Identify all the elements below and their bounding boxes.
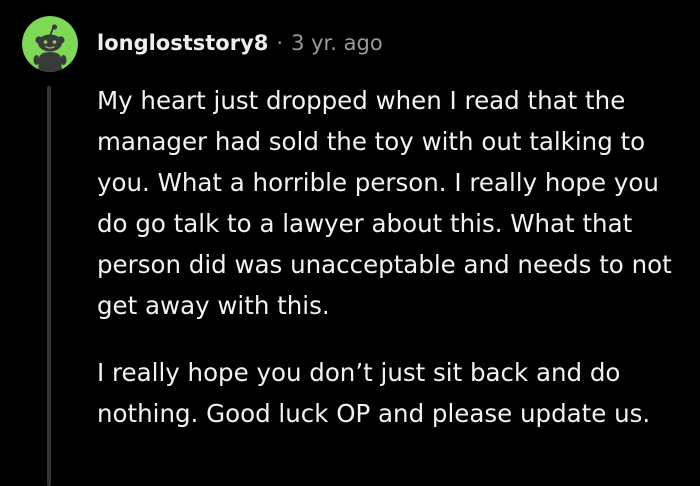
thread-collapse-line[interactable] (47, 86, 51, 486)
comment-paragraph-1: My heart just dropped when I read that t… (97, 86, 672, 320)
comment: longloststory8 · 3 yr. ago My heart just… (0, 0, 700, 486)
comment-meta: longloststory8 · 3 yr. ago (97, 28, 383, 58)
user-avatar[interactable] (22, 16, 78, 72)
username-link[interactable]: longloststory8 (97, 31, 268, 55)
snoo-avatar-icon (22, 16, 78, 72)
comment-paragraph-2: I really hope you don’t just sit back an… (97, 358, 651, 428)
meta-separator: · (276, 31, 284, 55)
comment-timestamp[interactable]: 3 yr. ago (291, 31, 383, 55)
comment-body: My heart just dropped when I read that t… (97, 80, 687, 434)
